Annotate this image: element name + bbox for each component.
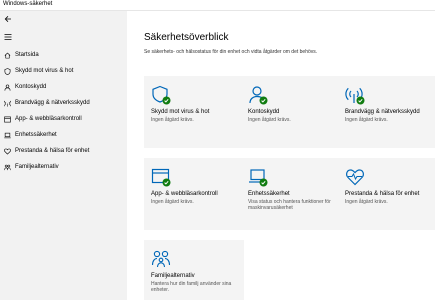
card-title: Kontoskydd <box>248 109 280 115</box>
shield-check-icon <box>152 85 171 105</box>
sidebar-item-label: Enhetssäkerhet <box>15 132 57 138</box>
network-icon <box>4 100 11 107</box>
card-status: Ingen åtgärd krävs. <box>151 199 194 205</box>
card-title: Brandvägg & nätverksskydd <box>345 109 420 115</box>
sidebar-item-label: App- & webbläsarkontroll <box>15 116 82 122</box>
family-icon <box>151 250 171 268</box>
main-content: Säkerhetsöverblick Se säkerhets- och häl… <box>127 11 435 300</box>
card-title: Skydd mot virus & hot <box>151 109 210 115</box>
card-title: Prestanda & hälsa för enhet <box>345 191 420 197</box>
card-status: Ingen åtgärd krävs. <box>151 117 194 123</box>
title-bar: Windows-säkerhet <box>0 0 435 11</box>
card-status: Ingen åtgärd krävs. <box>345 199 388 205</box>
sidebar-item-app-browser-control[interactable]: App- & webbläsarkontroll <box>0 112 127 128</box>
window-title: Windows-säkerhet <box>3 1 53 7</box>
page-title: Säkerhetsöverblick <box>144 32 229 43</box>
card-status: Hantera hur din familj använder sina enh… <box>151 281 232 293</box>
sidebar-item-account-protection[interactable]: Kontoskydd <box>0 80 127 96</box>
card-status: Visa status och hantera funktioner för m… <box>248 199 331 211</box>
sidebar-item-label: Brandvägg & nätverksskydd <box>15 100 90 106</box>
heart-pulse-icon <box>346 169 364 186</box>
laptop-icon <box>4 132 11 139</box>
sidebar-item-device-health[interactable]: Prestanda & hälsa för enhet <box>0 144 127 160</box>
sidebar-item-device-security[interactable]: Enhetssäkerhet <box>0 128 127 144</box>
page-description: Se säkerhets- och hälsostatus för din en… <box>144 49 318 55</box>
sidebar-item-label: Skydd mot virus & hot <box>15 68 74 74</box>
sidebar-item-home[interactable]: Startsida <box>0 48 127 64</box>
shield-icon <box>4 68 11 75</box>
card-title: Familjealternativ <box>151 273 195 279</box>
browser-check-icon <box>151 168 171 187</box>
sidebar-item-label: Kontoskydd <box>15 84 47 90</box>
card-device-security[interactable]: Enhetssäkerhet Visa status och hantera f… <box>241 158 341 230</box>
card-virus-protection[interactable]: Skydd mot virus & hot Ingen åtgärd krävs… <box>144 76 244 148</box>
laptop-check-icon <box>249 169 268 187</box>
card-family-options[interactable]: Familjealternativ Hantera hur din familj… <box>144 240 244 300</box>
person-check-icon <box>249 86 268 105</box>
back-arrow-icon[interactable] <box>4 15 12 23</box>
home-icon <box>4 52 11 59</box>
card-status: Ingen åtgärd krävs. <box>248 117 291 123</box>
hamburger-menu-icon[interactable] <box>4 33 12 41</box>
heart-icon <box>4 148 11 155</box>
sidebar-item-label: Prestanda & hälsa för enhet <box>15 148 90 154</box>
card-title: App- & webbläsarkontroll <box>151 191 218 197</box>
card-device-health[interactable]: Prestanda & hälsa för enhet Ingen åtgärd… <box>338 158 435 230</box>
person-icon <box>4 84 11 91</box>
sidebar: Startsida Skydd mot virus & hot Kontosky… <box>0 11 127 300</box>
sidebar-item-label: Familjealternativ <box>15 164 59 170</box>
sidebar-item-label: Startsida <box>15 52 39 58</box>
card-app-browser-control[interactable]: App- & webbläsarkontroll Ingen åtgärd kr… <box>144 158 244 230</box>
sidebar-item-family-options[interactable]: Familjealternativ <box>0 160 127 176</box>
card-status: Ingen åtgärd krävs. <box>345 117 388 123</box>
card-firewall[interactable]: Brandvägg & nätverksskydd Ingen åtgärd k… <box>338 76 435 148</box>
sidebar-item-firewall[interactable]: Brandvägg & nätverksskydd <box>0 96 127 112</box>
family-icon <box>4 164 11 171</box>
sidebar-item-virus-protection[interactable]: Skydd mot virus & hot <box>0 64 127 80</box>
card-account-protection[interactable]: Kontoskydd Ingen åtgärd krävs. <box>241 76 341 148</box>
app-window-icon <box>4 116 11 123</box>
wifi-check-icon <box>345 87 365 105</box>
card-title: Enhetssäkerhet <box>248 191 290 197</box>
